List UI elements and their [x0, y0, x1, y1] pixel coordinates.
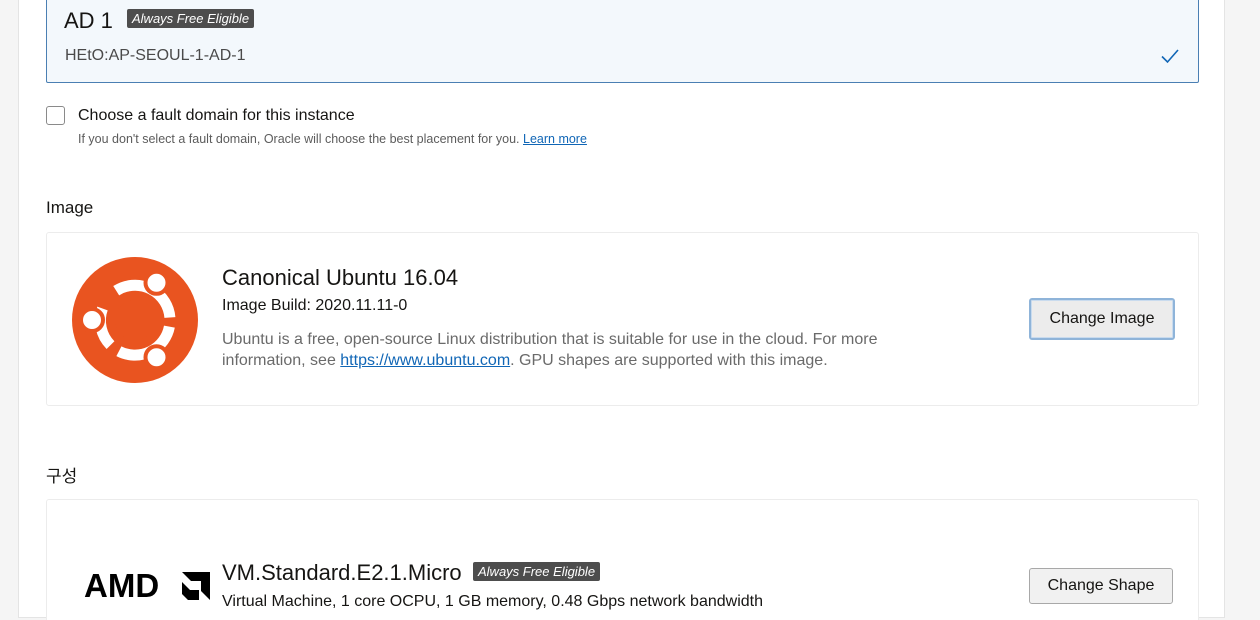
image-description-tail: . GPU shapes are supported with this ima…: [510, 352, 828, 369]
create-instance-page: AD 1 Always Free Eligible HEtO:AP-SEOUL-…: [18, 0, 1225, 620]
always-free-badge: Always Free Eligible: [473, 562, 601, 581]
ad-title: AD 1: [64, 8, 113, 33]
ad-subtitle: HEtO:AP-SEOUL-1-AD-1: [65, 47, 246, 64]
always-free-badge: Always Free Eligible: [127, 9, 255, 28]
shape-description: Virtual Machine, 1 core OCPU, 1 GB memor…: [222, 593, 763, 610]
fault-domain-help-text: If you don't select a fault domain, Orac…: [78, 132, 520, 146]
fault-domain-label[interactable]: Choose a fault domain for this instance: [78, 107, 355, 125]
availability-domain-card[interactable]: AD 1 Always Free Eligible HEtO:AP-SEOUL-…: [46, 0, 1199, 83]
image-section-label: Image: [46, 198, 94, 217]
shape-card: AMD VM.Standard.E2.1.Micro Always Free E…: [46, 499, 1199, 620]
learn-more-link[interactable]: Learn more: [523, 132, 587, 146]
fault-domain-help: If you don't select a fault domain, Orac…: [78, 132, 587, 146]
ubuntu-link[interactable]: https://www.ubuntu.com: [340, 352, 510, 369]
shape-name: VM.Standard.E2.1.Micro: [222, 560, 462, 585]
fault-domain-checkbox[interactable]: [46, 106, 65, 125]
image-name: Canonical Ubuntu 16.04: [222, 265, 459, 290]
checkmark-icon: [1161, 49, 1179, 64]
image-build: Image Build: 2020.11.11-0: [222, 297, 408, 314]
ubuntu-logo-icon: [72, 257, 198, 383]
svg-text:AMD: AMD: [84, 568, 159, 602]
amd-logo-icon: AMD: [84, 568, 210, 602]
image-card: Canonical Ubuntu 16.04 Image Build: 2020…: [46, 232, 1199, 406]
shape-section-label: 구성: [46, 467, 78, 486]
change-shape-button[interactable]: Change Shape: [1029, 568, 1173, 604]
image-description: Ubuntu is a free, open-source Linux dist…: [222, 329, 962, 371]
change-image-button[interactable]: Change Image: [1029, 298, 1175, 340]
